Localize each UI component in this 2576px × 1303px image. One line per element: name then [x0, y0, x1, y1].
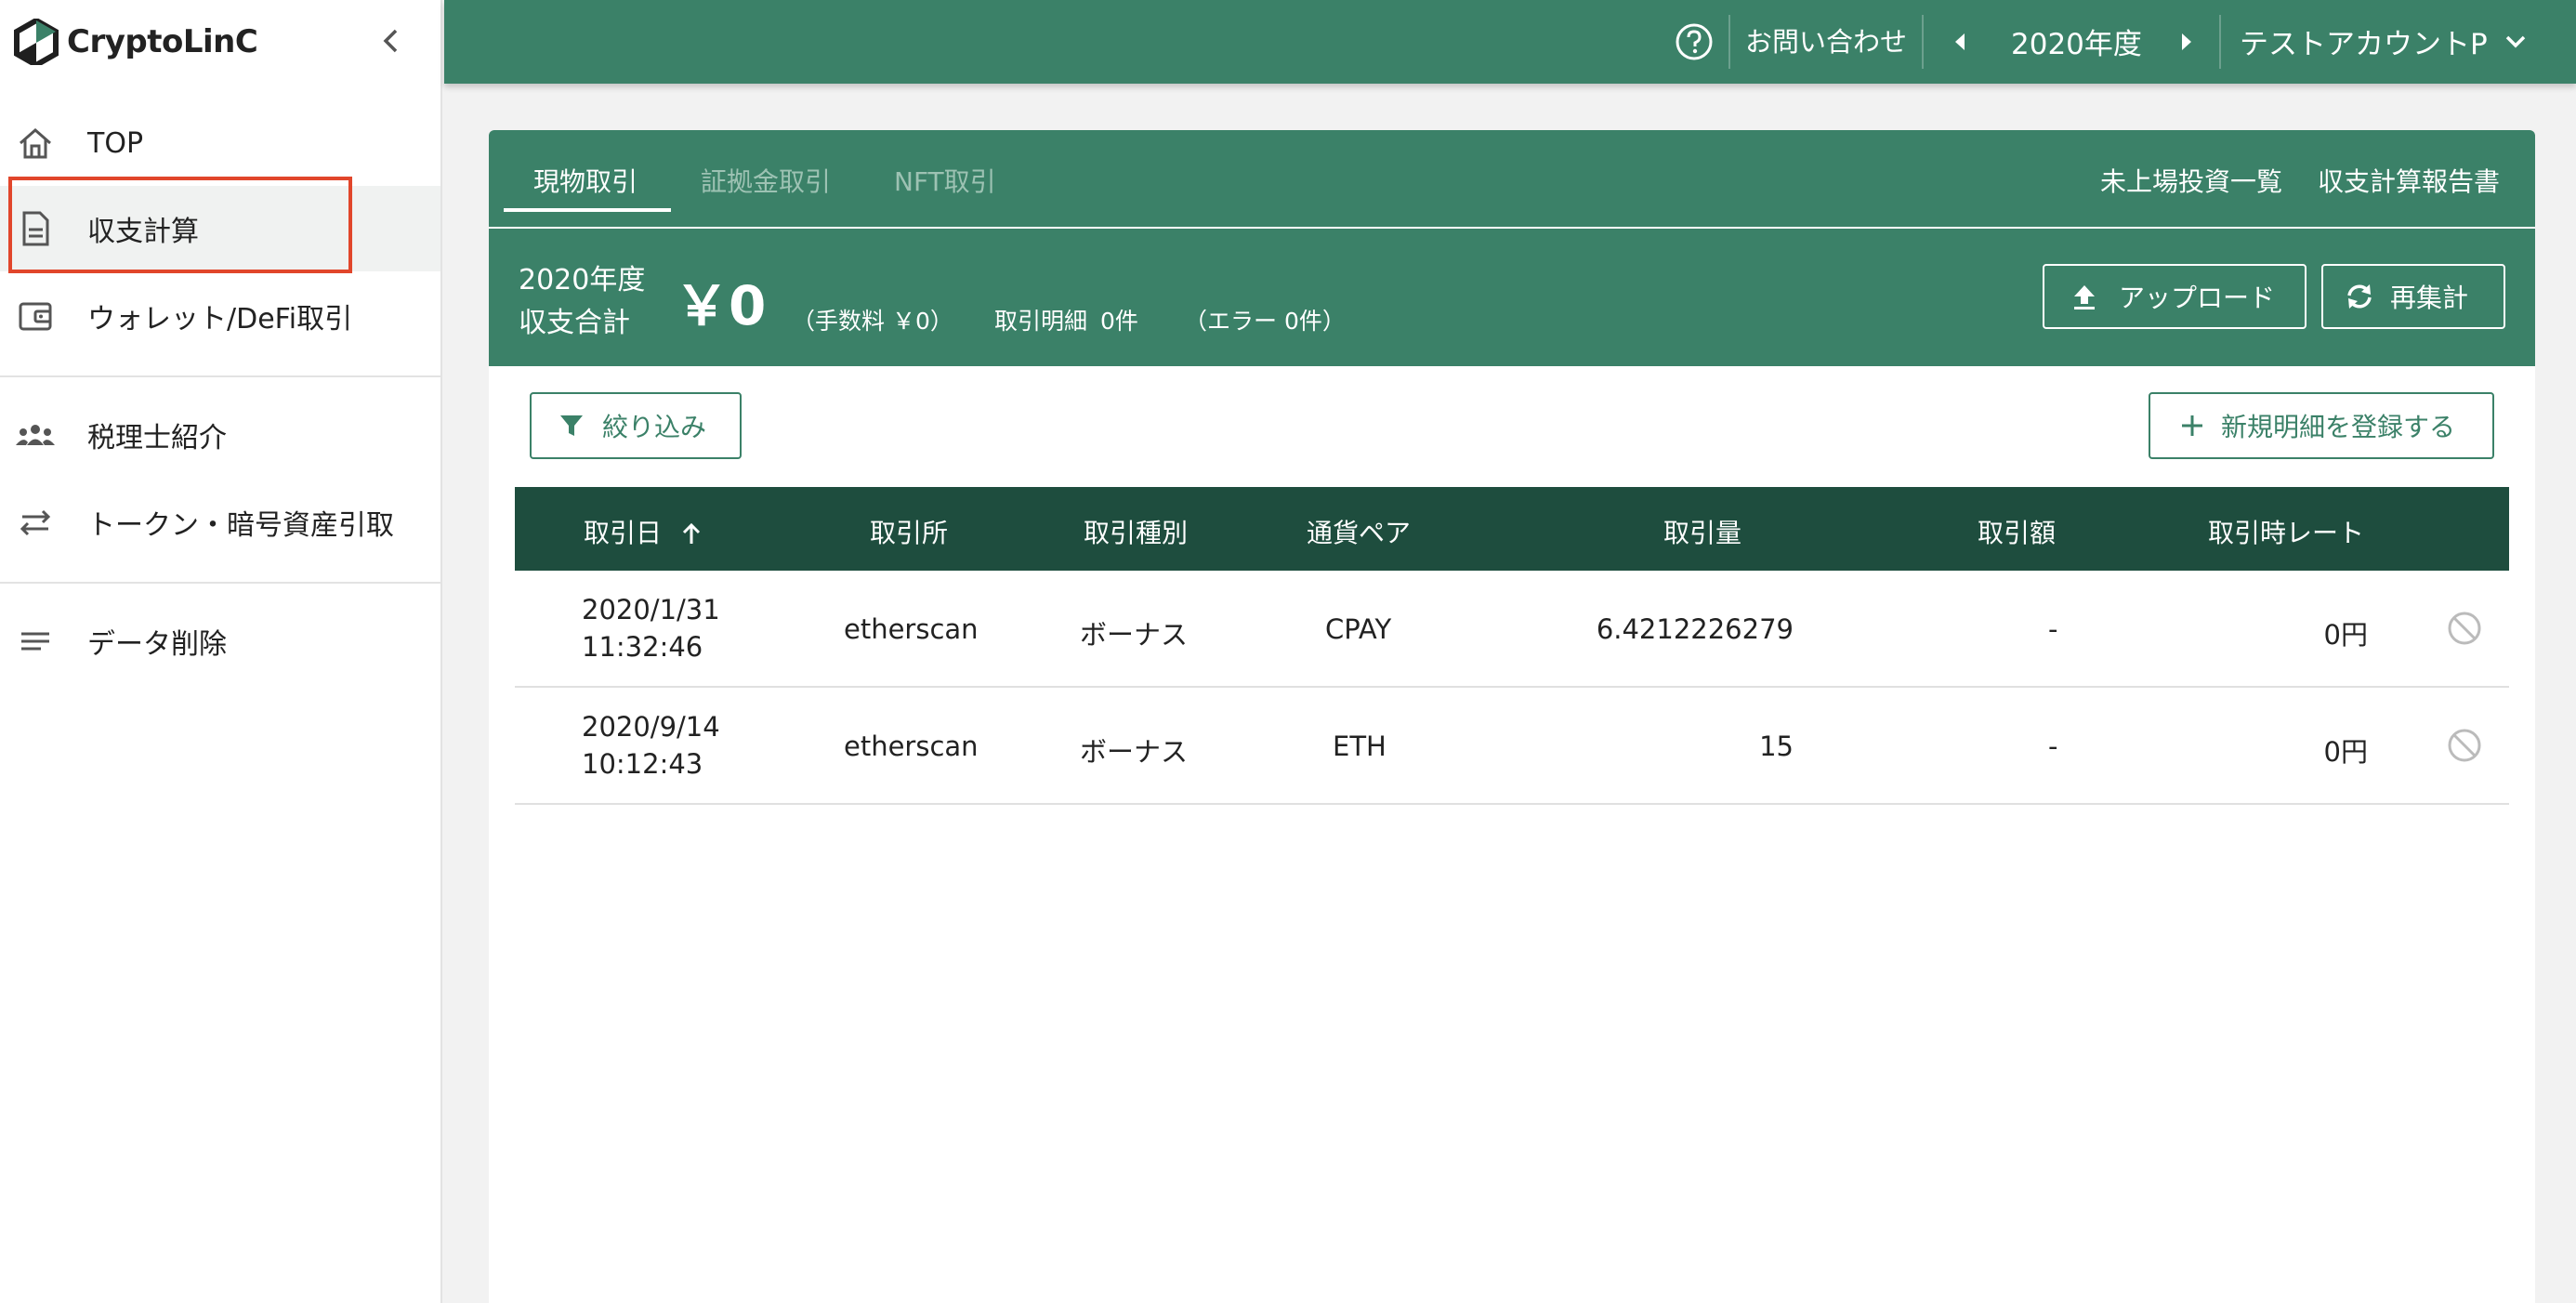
- chevron-left-icon: [383, 29, 398, 53]
- chevron-down-icon[interactable]: [2502, 28, 2530, 56]
- tab-margin[interactable]: 証拠金取引: [701, 162, 831, 199]
- table-header: 取引日 取引所 取引種別 通貨ペア 取引量 取引額 取引時レート: [515, 487, 2509, 571]
- column-header-pair: 通貨ペア: [1307, 518, 1412, 548]
- exclude-icon[interactable]: [2446, 727, 2483, 764]
- sidebar-item-label: データ削除: [87, 628, 227, 661]
- contact-link[interactable]: お問い合わせ: [1745, 20, 1907, 59]
- upload-button-label: アップロード: [2119, 283, 2276, 313]
- sidebar-item-label: ウォレット/DeFi取引: [87, 303, 353, 336]
- cell-amount: 15: [1759, 730, 1794, 762]
- sidebar-item-delete-data[interactable]: データ削除: [0, 599, 440, 684]
- column-header-amount: 取引量: [1663, 518, 1742, 548]
- cell-time: 10:12:43: [582, 748, 703, 780]
- swap-icon: [15, 502, 56, 543]
- transaction-count-value: 0件: [1100, 308, 1138, 335]
- column-header-rate: 取引時レート: [2208, 518, 2365, 548]
- cell-exchange: etherscan: [844, 730, 979, 762]
- sidebar-item-tax-accountant[interactable]: 税理士紹介: [0, 392, 440, 478]
- table-row[interactable]: 2020/1/31 11:32:46 etherscan ボーナス CPAY 6…: [515, 571, 2509, 688]
- filter-button-label: 絞り込み: [602, 412, 707, 442]
- cell-rate: 0円: [2323, 736, 2368, 768]
- column-header-label: 取引日: [584, 518, 663, 548]
- plus-icon: [2182, 415, 2202, 436]
- column-header-date[interactable]: 取引日: [584, 513, 703, 550]
- collapse-sidebar-button[interactable]: [372, 20, 409, 61]
- unlisted-investments-link[interactable]: 未上場投資一覧: [2100, 162, 2282, 199]
- upload-icon: [2074, 285, 2095, 309]
- topbar-separator: [1922, 15, 1924, 69]
- logo-text: CryptoLinC: [67, 23, 258, 60]
- cell-rate: 0円: [2323, 619, 2368, 651]
- cell-value: -: [2048, 613, 2058, 645]
- summary-total-value: ￥0: [675, 274, 767, 337]
- help-icon[interactable]: [1673, 20, 1715, 63]
- top-bar: お問い合わせ 2020年度 テストアカウントP: [444, 0, 2576, 84]
- exclude-icon[interactable]: [2446, 610, 2483, 647]
- transaction-count-label: 取引明細: [994, 308, 1088, 335]
- cell-type: ボーナス: [1080, 736, 1189, 768]
- summary-year: 2020年度: [519, 264, 646, 296]
- sidebar-item-label: 収支計算: [87, 216, 199, 248]
- upload-button[interactable]: アップロード: [2043, 264, 2307, 329]
- summary-total-label: 収支合計: [519, 307, 630, 339]
- logo-mark-icon: [14, 19, 59, 65]
- sidebar: CryptoLinC TOP 収支計算 ウォレット/DeFi取引 税理士紹介 ト…: [0, 0, 442, 1303]
- filter-button[interactable]: 絞り込み: [530, 392, 742, 459]
- register-new-entry-button[interactable]: 新規明細を登録する: [2149, 392, 2494, 459]
- sidebar-item-income-calc[interactable]: 収支計算: [0, 186, 440, 271]
- sidebar-item-label: トークン・暗号資産引取: [87, 509, 394, 542]
- cell-exchange: etherscan: [844, 613, 979, 645]
- topbar-separator: [1728, 15, 1730, 69]
- recalculate-button[interactable]: 再集計: [2321, 264, 2505, 329]
- year-prev-icon[interactable]: [1946, 26, 1974, 58]
- lines-icon: [15, 621, 56, 662]
- tab-nft[interactable]: NFT取引: [894, 162, 996, 199]
- cell-pair: ETH: [1333, 730, 1387, 762]
- sidebar-item-token-exchange[interactable]: トークン・暗号資産引取: [0, 480, 440, 565]
- fee-text: （手数料 ￥0）: [792, 308, 953, 335]
- wallet-icon: [15, 296, 56, 336]
- main-card: 現物取引 証拠金取引 NFT取引 未上場投資一覧 収支計算報告書 2020年度 …: [489, 130, 2535, 1303]
- summary-bar: 2020年度 収支合計 ￥0 （手数料 ￥0） 取引明細 0件 （エラー 0件）…: [489, 229, 2535, 366]
- cell-value: -: [2048, 730, 2058, 762]
- sidebar-divider: [0, 582, 440, 584]
- people-icon: [15, 415, 56, 455]
- sidebar-divider: [0, 375, 440, 377]
- sidebar-item-label: TOP: [87, 126, 144, 160]
- cell-amount: 6.4212226279: [1596, 613, 1794, 645]
- income-report-link[interactable]: 収支計算報告書: [2318, 162, 2500, 199]
- column-header-exchange: 取引所: [870, 518, 949, 548]
- tab-spot[interactable]: 現物取引: [533, 162, 637, 199]
- table-row[interactable]: 2020/9/14 10:12:43 etherscan ボーナス ETH 15…: [515, 688, 2509, 805]
- cell-date: 2020/9/14: [582, 711, 720, 743]
- sidebar-item-label: 税理士紹介: [87, 422, 227, 454]
- document-icon: [15, 208, 56, 249]
- sidebar-item-wallet-defi[interactable]: ウォレット/DeFi取引: [0, 273, 440, 359]
- recalculate-button-label: 再集計: [2390, 283, 2469, 313]
- filter-icon: [560, 415, 583, 436]
- sidebar-item-top[interactable]: TOP: [0, 100, 440, 186]
- error-count-text: （エラー 0件）: [1184, 308, 1346, 335]
- topbar-separator: [2219, 15, 2221, 69]
- logo[interactable]: CryptoLinC: [13, 17, 258, 67]
- sort-ascending-icon: [682, 522, 700, 544]
- cell-date: 2020/1/31: [582, 594, 720, 625]
- account-menu[interactable]: テストアカウントP: [2240, 20, 2488, 62]
- tab-active-indicator: [504, 208, 671, 212]
- column-header-value: 取引額: [1978, 518, 2057, 548]
- home-icon: [15, 123, 56, 164]
- cell-pair: CPAY: [1325, 613, 1392, 645]
- cell-time: 11:32:46: [582, 631, 703, 663]
- column-header-type: 取引種別: [1084, 518, 1189, 548]
- fiscal-year: 2020年度: [2011, 28, 2142, 61]
- tab-bar: 現物取引 証拠金取引 NFT取引 未上場投資一覧 収支計算報告書: [489, 130, 2535, 227]
- cell-type: ボーナス: [1080, 619, 1189, 651]
- year-next-icon[interactable]: [2173, 26, 2201, 58]
- refresh-icon: [2347, 284, 2372, 309]
- register-new-entry-label: 新規明細を登録する: [2221, 412, 2456, 442]
